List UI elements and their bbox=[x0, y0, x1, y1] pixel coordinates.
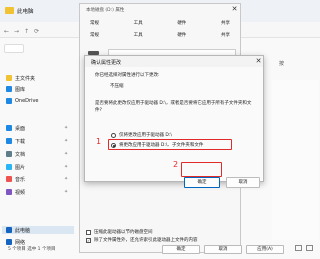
apply-button[interactable]: 应用(A) bbox=[246, 245, 284, 254]
tab-hardware[interactable]: 硬件 bbox=[177, 32, 186, 38]
music-icon bbox=[6, 176, 12, 182]
tab-general-row1[interactable]: 常规 bbox=[90, 20, 99, 26]
gallery-icon bbox=[6, 86, 12, 92]
index-content-option[interactable]: ✓ 除了文件属性外，还允许索引此驱动器上文件的内容 bbox=[86, 236, 198, 244]
tab-general[interactable]: 常规 bbox=[90, 32, 99, 38]
explorer-sidebar: 主文件夹 图库 OneDrive 桌面 ✦ 下载 ✦ 文档 ✦ 图片 ✦ 音乐 ✦ 视频 ✦… bbox=[0, 58, 82, 248]
view-toggle bbox=[295, 245, 313, 251]
sidebar-item-label: 图片 bbox=[15, 164, 26, 171]
sidebar-item-label: OneDrive bbox=[15, 98, 39, 104]
sidebar-item-documents[interactable]: 文档 ✦ bbox=[6, 150, 68, 158]
tiles-view-icon[interactable] bbox=[306, 245, 313, 251]
computer-icon bbox=[6, 227, 12, 233]
tab-tools[interactable]: 工具 bbox=[134, 32, 143, 38]
network-icon bbox=[6, 239, 12, 245]
properties-cancel-button[interactable]: 取消 bbox=[204, 245, 242, 254]
properties-footer: 确定 取消 应用(A) bbox=[162, 245, 284, 254]
sidebar-item-label: 音乐 bbox=[15, 176, 26, 183]
sidebar-item-label: 此电脑 bbox=[15, 227, 31, 234]
sidebar-item-network[interactable]: 网络 bbox=[6, 238, 25, 246]
sidebar-item-music[interactable]: 音乐 ✦ bbox=[6, 175, 68, 183]
document-icon bbox=[6, 151, 12, 157]
sidebar-item-home[interactable]: 主文件夹 bbox=[6, 74, 35, 82]
properties-titlebar: 本地磁盘 (D:) 属性 ✕ bbox=[80, 4, 240, 16]
desktop-icon bbox=[6, 125, 12, 131]
properties-tabs-row1: 常规 工具 硬件 共享 bbox=[90, 20, 230, 26]
compress-option-label: 压缩此驱动器以节约磁盘空间 bbox=[94, 230, 153, 235]
sidebar-item-label: 文档 bbox=[15, 151, 26, 158]
close-icon[interactable]: ✕ bbox=[254, 57, 263, 66]
sidebar-item-label: 桌面 bbox=[15, 125, 26, 132]
tab-sharing[interactable]: 共享 bbox=[221, 32, 230, 38]
sidebar-item-this-pc[interactable]: 此电脑 bbox=[2, 226, 74, 234]
explorer-right-label: 按 bbox=[279, 61, 285, 67]
properties-ok-button[interactable]: 确定 bbox=[162, 245, 200, 254]
refresh-icon[interactable]: ⟳ bbox=[34, 28, 39, 35]
sidebar-item-downloads[interactable]: 下载 ✦ bbox=[6, 137, 68, 145]
sidebar-item-label: 主文件夹 bbox=[15, 75, 36, 82]
apply-to-drive-only-radio[interactable]: 仅将更改应用于驱动器 D:\ bbox=[111, 132, 172, 138]
tab-sharing-row1[interactable]: 共享 bbox=[221, 20, 230, 26]
cancel-button[interactable]: 取消 bbox=[226, 177, 260, 188]
sidebar-item-onedrive[interactable]: OneDrive bbox=[6, 97, 39, 105]
ok-button[interactable]: 确定 bbox=[184, 177, 220, 188]
new-button[interactable] bbox=[4, 44, 24, 53]
pin-icon: ✦ bbox=[64, 189, 69, 195]
radio-icon[interactable] bbox=[111, 132, 116, 138]
properties-tabs-row2: 常规 工具 硬件 共享 bbox=[90, 32, 230, 38]
properties-options: 压缩此驱动器以节约磁盘空间 ✓ 除了文件属性外，还允许索引此驱动器上文件的内容 bbox=[86, 228, 198, 244]
video-icon bbox=[6, 189, 12, 195]
sidebar-item-label: 图库 bbox=[15, 86, 26, 93]
radio-label: 仅将更改应用于驱动器 D:\ bbox=[119, 133, 172, 138]
cloud-icon bbox=[6, 98, 12, 104]
status-bar-text: 5 个项目 选中 1 个项目 bbox=[8, 247, 56, 252]
pin-icon: ✦ bbox=[64, 125, 69, 131]
sidebar-item-videos[interactable]: 视频 ✦ bbox=[6, 188, 68, 196]
properties-title: 本地磁盘 (D:) 属性 bbox=[86, 8, 125, 13]
step-2-annotation: 2 bbox=[173, 160, 179, 169]
sidebar-item-label: 网络 bbox=[15, 239, 26, 246]
index-checkbox[interactable]: ✓ bbox=[86, 237, 91, 243]
attribute-change-text: 不压缩 bbox=[110, 84, 124, 89]
tab-hardware-row1[interactable]: 硬件 bbox=[177, 20, 186, 26]
back-icon[interactable]: ← bbox=[4, 28, 9, 35]
compress-checkbox[interactable] bbox=[86, 229, 91, 235]
forward-icon[interactable]: → bbox=[14, 28, 19, 35]
picture-icon bbox=[6, 164, 12, 170]
pin-icon: ✦ bbox=[64, 176, 69, 182]
index-option-label: 除了文件属性外，还允许索引此驱动器上文件的内容 bbox=[94, 238, 198, 243]
details-view-icon[interactable] bbox=[295, 245, 302, 251]
pin-icon: ✦ bbox=[64, 151, 69, 157]
pin-icon: ✦ bbox=[64, 138, 69, 144]
change-summary-text: 你已经选择对属性进行以下更改: bbox=[95, 73, 160, 78]
download-icon bbox=[6, 138, 12, 144]
pin-icon: ✦ bbox=[64, 164, 69, 170]
sidebar-item-pictures[interactable]: 图片 ✦ bbox=[6, 163, 68, 171]
home-icon bbox=[6, 75, 12, 81]
compress-drive-option[interactable]: 压缩此驱动器以节约磁盘空间 bbox=[86, 228, 198, 236]
step-1-annotation: 1 bbox=[96, 137, 102, 146]
sidebar-item-label: 视频 bbox=[15, 189, 26, 196]
up-icon[interactable]: ↑ bbox=[24, 28, 29, 35]
sidebar-item-gallery[interactable]: 图库 bbox=[6, 85, 25, 93]
folder-icon bbox=[5, 7, 14, 14]
explorer-nav: ← → ↑ ⟳ bbox=[4, 28, 39, 35]
details-pane bbox=[272, 80, 318, 240]
highlight-box-ok bbox=[181, 162, 222, 177]
sidebar-item-desktop[interactable]: 桌面 ✦ bbox=[6, 124, 68, 132]
close-icon[interactable]: ✕ bbox=[230, 5, 239, 14]
tab-tools-row1[interactable]: 工具 bbox=[134, 20, 143, 26]
highlight-box-option bbox=[108, 139, 232, 150]
explorer-title: 此电脑 bbox=[17, 9, 34, 15]
apply-scope-question: 是否要将此更改仅应用于驱动器 D:\，或者是否要将它应用于所有子文件夹和文件? bbox=[95, 101, 252, 113]
sidebar-item-label: 下载 bbox=[15, 138, 26, 145]
dialog-title: 确认属性更改 bbox=[91, 60, 122, 66]
